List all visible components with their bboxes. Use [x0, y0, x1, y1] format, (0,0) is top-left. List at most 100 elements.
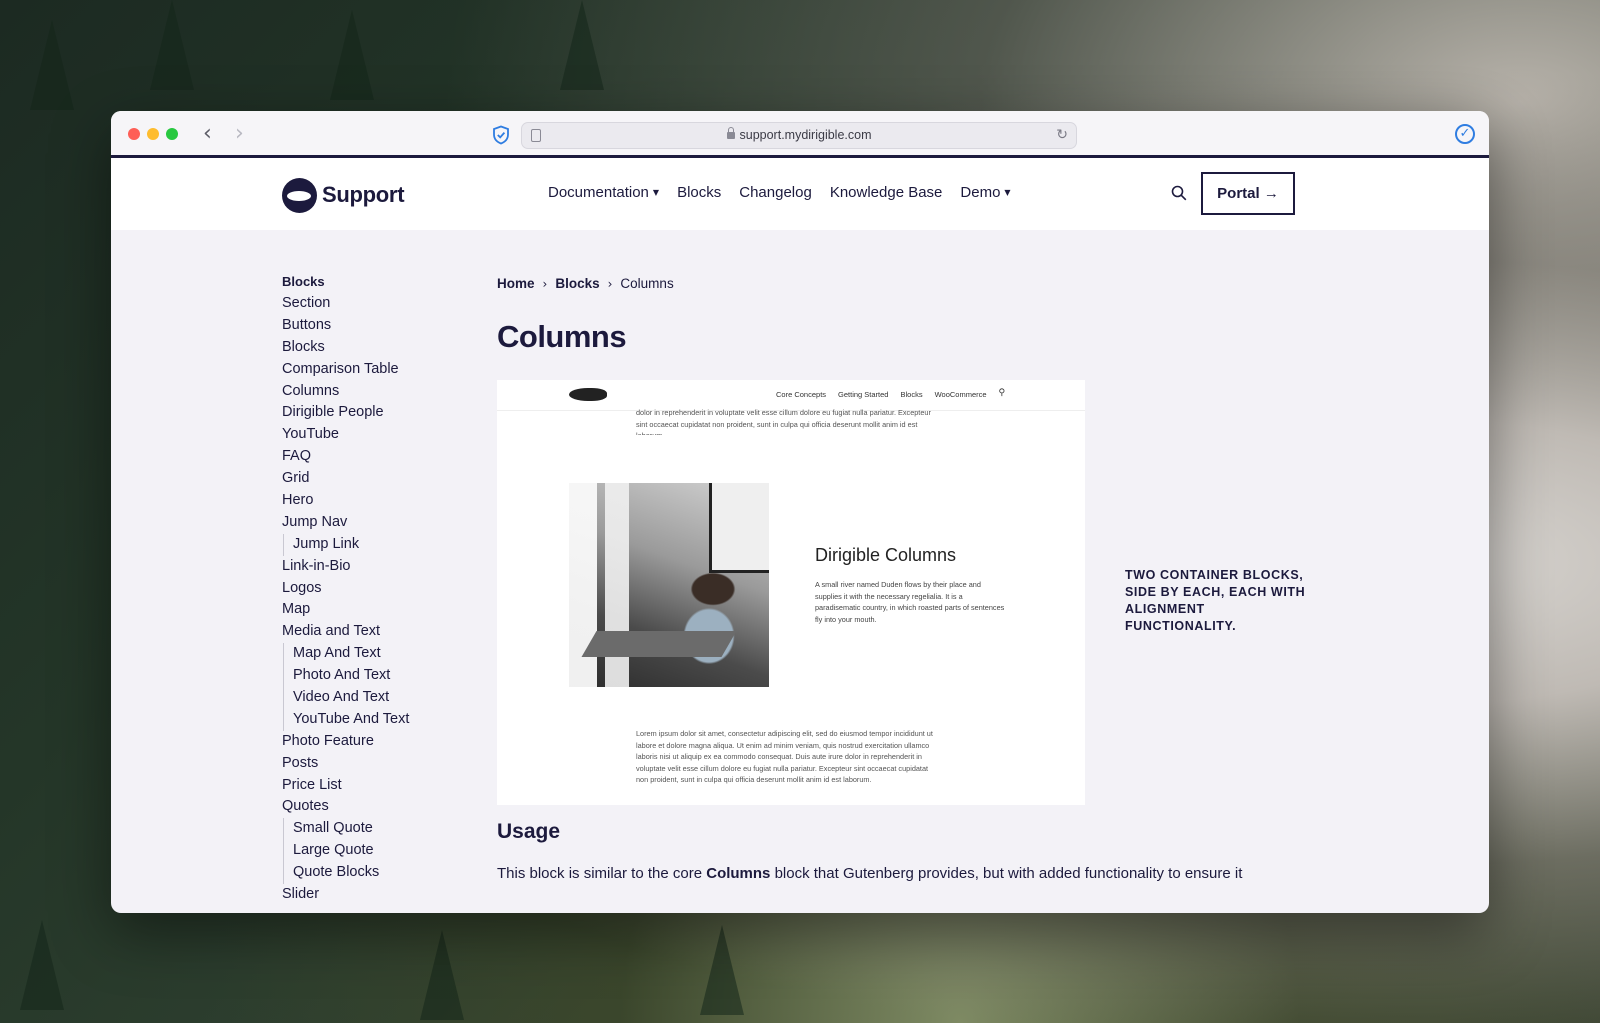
minimize-window-button[interactable] [147, 128, 159, 140]
preview-paragraph: A small river named Duden flows by their… [815, 580, 1005, 624]
breadcrumb-home[interactable]: Home [497, 276, 535, 291]
sidebar-item-small-quote[interactable]: Small Quote [283, 818, 472, 841]
forward-arrow-icon[interactable]: › [235, 121, 244, 146]
sidebar-item-link-in-bio[interactable]: Link-in-Bio [282, 556, 472, 578]
back-arrow-icon[interactable]: ‹ [203, 121, 212, 146]
search-icon[interactable] [1171, 185, 1187, 201]
background-tree [150, 0, 194, 90]
sidebar-item-jump-link[interactable]: Jump Link [283, 533, 472, 556]
sidebar-item-quotes[interactable]: Quotes [282, 796, 472, 818]
nav-item-label: Demo [960, 184, 1001, 201]
browser-toolbar: ‹ › support.mydirigible.com ↻ ✓ [111, 111, 1489, 158]
nav-item-label: Knowledge Base [829, 184, 943, 201]
page-icon [531, 129, 541, 142]
chevron-right-icon: › [542, 277, 548, 291]
sidebar-item-grid[interactable]: Grid [282, 468, 472, 490]
photo-window-frame [709, 483, 769, 573]
blimp-logo-icon [282, 177, 317, 213]
nav-item-blocks[interactable]: Blocks [677, 184, 721, 201]
caret-down-icon: ▼ [652, 188, 660, 197]
address-bar[interactable]: support.mydirigible.com ↻ [521, 122, 1077, 149]
background-tree [560, 0, 604, 90]
sidebar-item-buttons[interactable]: Buttons [282, 315, 472, 337]
usage-paragraph: This block is similar to the core Column… [497, 865, 1297, 882]
logo-text: Support [322, 182, 405, 207]
preview-heading: Dirigible Columns [815, 545, 957, 565]
preview-photo [569, 483, 769, 687]
preview-caption: TWO CONTAINER BLOCKS, SIDE BY EACH, EACH… [1125, 568, 1306, 633]
preview-nav-link: WooCommerce [934, 390, 987, 399]
sidebar-item-price-list[interactable]: Price List [282, 775, 472, 797]
privacy-shield-icon[interactable] [491, 125, 511, 145]
sidebar-item-blocks[interactable]: Blocks [282, 337, 472, 359]
nav-item-documentation[interactable]: Documentation ▼ [548, 184, 659, 201]
usage-text-end: block that Gutenberg provides, but with … [770, 865, 1243, 882]
sidebar-item-hero[interactable]: Hero [282, 490, 472, 512]
reload-icon[interactable]: ↻ [1056, 123, 1068, 148]
usage-heading: Usage [497, 820, 561, 843]
background-tree [330, 10, 374, 100]
preview-top-text: dolor in reprehenderit in voluptate veli… [636, 408, 931, 435]
nav-item-label: Changelog [739, 184, 812, 201]
sidebar-item-posts[interactable]: Posts [282, 753, 472, 775]
main-nav: Documentation ▼ Blocks Changelog Knowledge B… [548, 184, 1011, 201]
sidebar-item-photo-feature[interactable]: Photo Feature [282, 731, 472, 753]
preview-nav-links: Core Concepts Getting Started Blocks WooCom… [776, 388, 1006, 400]
lock-icon [726, 127, 735, 139]
preview-search-icon: ⚲ [998, 388, 1006, 398]
portal-button[interactable]: Portal → [1201, 172, 1295, 215]
photo-desk [581, 631, 737, 657]
usage-text-start: This block is similar to the core [497, 865, 707, 882]
sidebar-item-video-and-text[interactable]: Video And Text [283, 687, 472, 709]
preview-nav-link: Core Concepts [776, 390, 827, 399]
sidebar-item-section[interactable]: Section [282, 293, 472, 315]
blimp-icon [569, 388, 607, 401]
preview-bottom-text: Lorem ipsum dolor sit amet, consectetur … [636, 729, 933, 784]
nav-item-label: Blocks [677, 184, 722, 201]
sidebar-item-youtube[interactable]: YouTube [282, 424, 472, 446]
url-text: support.mydirigible.com [739, 128, 872, 142]
background-tree [420, 930, 464, 1020]
extension-check-icon[interactable]: ✓ [1455, 124, 1475, 144]
sidebar-item-columns[interactable]: Columns [282, 381, 472, 403]
sidebar-item-photo-and-text[interactable]: Photo And Text [283, 665, 472, 688]
close-window-button[interactable] [128, 128, 140, 140]
zoom-window-button[interactable] [166, 128, 178, 140]
breadcrumb: Home › Blocks › Columns [497, 271, 1317, 297]
background-tree [30, 20, 74, 110]
nav-item-changelog[interactable]: Changelog [739, 184, 812, 201]
breadcrumb-blocks[interactable]: Blocks [555, 276, 599, 291]
sidebar-item-quote-blocks[interactable]: Quote Blocks [283, 862, 472, 885]
site-logo[interactable]: Support [282, 177, 405, 213]
main-content: Home › Blocks › Columns Columns Core Concept… [497, 271, 1317, 882]
chevron-right-icon: › [607, 277, 613, 291]
background-tree [700, 925, 744, 1015]
site-header: Support Documentation ▼ Blocks Changelog Kno… [111, 158, 1489, 230]
nav-item-label: Documentation [548, 184, 649, 201]
columns-preview-image: Core Concepts Getting Started Blocks WooCom… [497, 380, 1085, 805]
sidebar-item-comparison-table[interactable]: Comparison Table [282, 359, 472, 381]
background-tree [20, 920, 64, 1010]
nav-item-knowledge-base[interactable]: Knowledge Base [830, 184, 943, 201]
sidebar-item-map[interactable]: Map [282, 599, 472, 621]
sidebar: Blocks Section Buttons Blocks Comparison Ta… [282, 271, 472, 906]
page-title: Columns [497, 319, 627, 354]
usage-text-bold: Columns [706, 865, 771, 882]
sidebar-item-dirigible-people[interactable]: Dirigible People [282, 402, 472, 424]
sidebar-item-faq[interactable]: FAQ [282, 446, 472, 468]
sidebar-heading[interactable]: Blocks [282, 271, 472, 293]
breadcrumb-current: Columns [620, 276, 674, 291]
sidebar-list: Section Buttons Blocks Comparison Table Colu… [282, 293, 472, 906]
sidebar-item-logos[interactable]: Logos [282, 578, 472, 600]
sidebar-item-media-and-text[interactable]: Media and Text [282, 621, 472, 643]
sidebar-item-slider[interactable]: Slider [282, 884, 472, 906]
caret-down-icon: ▼ [1004, 188, 1011, 197]
preview-nav-link: Getting Started [838, 390, 889, 399]
nav-item-demo[interactable]: Demo ▼ [960, 184, 1010, 201]
sidebar-item-youtube-and-text[interactable]: YouTube And Text [283, 708, 472, 731]
browser-window: ‹ › support.mydirigible.com ↻ ✓ Support … [111, 111, 1489, 913]
preview-nav-link: Blocks [900, 390, 923, 399]
sidebar-item-map-and-text[interactable]: Map And Text [283, 643, 472, 666]
sidebar-item-jump-nav[interactable]: Jump Nav [282, 512, 472, 534]
sidebar-item-large-quote[interactable]: Large Quote [283, 840, 472, 863]
